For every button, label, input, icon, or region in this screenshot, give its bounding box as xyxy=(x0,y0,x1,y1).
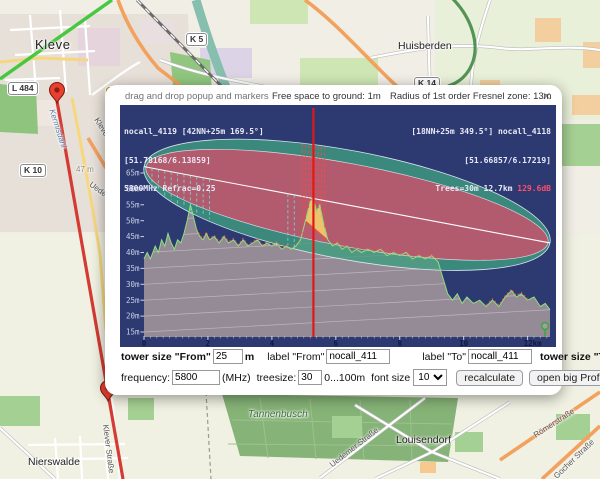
to-coords-line: [51.66857/6.17219] xyxy=(411,156,551,166)
forest xyxy=(558,124,600,166)
forest xyxy=(250,0,308,24)
frequency-unit: (MHz) xyxy=(222,372,251,384)
x-tick-label: 2 xyxy=(206,339,211,347)
treesize-label: treesize: xyxy=(257,372,297,384)
app-window: Kleve Huisberden Nierswalde Louisendorf … xyxy=(0,0,600,479)
path-loss-value: 129.6dB xyxy=(517,184,551,193)
label-to-label: label "To" xyxy=(422,351,466,363)
controls-row-2: frequency: (MHz) treesize: 0...100m font… xyxy=(121,369,552,386)
y-tick-label: 35m xyxy=(126,264,140,273)
map-label-louisendorf: Louisendorf xyxy=(396,434,451,446)
profile-chart[interactable]: 024681012km15m20m25m30m35m40m45m50m55m60… xyxy=(120,105,556,347)
map-label-elevation: 47 m xyxy=(76,165,94,174)
y-tick-label: 40m xyxy=(126,248,140,257)
frequency-input[interactable] xyxy=(172,370,220,385)
y-tick-label: 45m xyxy=(126,232,140,241)
trees-distance-text: Trees=30m 12.7km xyxy=(435,184,517,193)
map-label-nierswalde: Nierswalde xyxy=(28,456,80,468)
x-tick-label: 0 xyxy=(142,339,147,347)
y-tick-label: 25m xyxy=(126,296,140,305)
x-tick-label: 12km xyxy=(524,339,543,347)
fontsize-label: font size xyxy=(371,372,410,384)
map-label-kleve: Kleve xyxy=(35,37,71,52)
label-to-input[interactable] xyxy=(468,349,532,364)
tower-from-input[interactable] xyxy=(213,349,243,364)
label-from-input[interactable] xyxy=(326,349,390,364)
x-tick-label: 10 xyxy=(459,339,469,347)
label-from-label: label "From" xyxy=(267,351,324,363)
y-tick-label: 50m xyxy=(126,216,140,225)
from-coords-line: [51.78168/6.13859] xyxy=(124,156,264,166)
forest xyxy=(332,416,362,438)
fontsize-select[interactable]: 10 xyxy=(413,369,447,386)
y-tick-label: 15m xyxy=(126,328,140,337)
freq-refrac-line: 5800MHz Refrac=0.25 xyxy=(124,184,264,194)
tower-to-label: tower size "To" xyxy=(540,351,600,363)
map-label-huisberden: Huisberden xyxy=(398,40,452,52)
open-big-profile-button[interactable]: open big Profile xyxy=(529,370,600,386)
road-shield-k10: K 10 xyxy=(20,164,46,177)
popup-fresnel-value: Radius of 1st order Fresnel zone: 13m xyxy=(390,91,552,102)
profile-popup[interactable]: × drag and drop popup and markers Free s… xyxy=(105,85,562,395)
forest xyxy=(0,396,40,426)
to-station-line: [18NN+25m 349.5°] nocall_4118 xyxy=(411,127,551,137)
forest xyxy=(128,398,154,420)
road-shield-l484: L 484 xyxy=(8,82,38,95)
road-shield-k5: K 5 xyxy=(186,33,207,46)
y-tick-label: 20m xyxy=(126,312,140,321)
forest xyxy=(300,58,378,86)
farmland xyxy=(583,42,600,68)
chart-from-info: nocall_4119 [42NN+25m 169.5°] [51.78168/… xyxy=(124,108,264,213)
distance-loss-line: Trees=30m 12.7km 129.6dB xyxy=(411,184,551,194)
frequency-label: frequency: xyxy=(121,372,170,384)
x-tick-label: 4 xyxy=(270,339,275,347)
x-tick-label: 8 xyxy=(397,339,402,347)
tower-from-label: tower size "From" xyxy=(121,351,211,363)
recalculate-button[interactable]: recalculate xyxy=(456,370,523,386)
tower-from-unit: m xyxy=(245,351,254,363)
controls-row-1: tower size "From" m label "From" label "… xyxy=(121,349,552,364)
popup-free-space-value: Free space to ground: 1m xyxy=(272,91,381,102)
x-tick-label: 6 xyxy=(334,339,339,347)
from-station-line: nocall_4119 [42NN+25m 169.5°] xyxy=(124,127,264,137)
map-label-tannenbusch: Tannenbusch xyxy=(248,409,308,420)
farmland xyxy=(535,18,561,42)
treesize-range: 0...100m xyxy=(324,372,365,384)
chart-to-info: [18NN+25m 349.5°] nocall_4118 [51.66857/… xyxy=(411,108,551,213)
treesize-input[interactable] xyxy=(298,370,322,385)
farmland xyxy=(420,462,436,473)
y-tick-label: 30m xyxy=(126,280,140,289)
farmland xyxy=(572,95,600,115)
popup-drag-hint: drag and drop popup and markers xyxy=(125,91,269,102)
